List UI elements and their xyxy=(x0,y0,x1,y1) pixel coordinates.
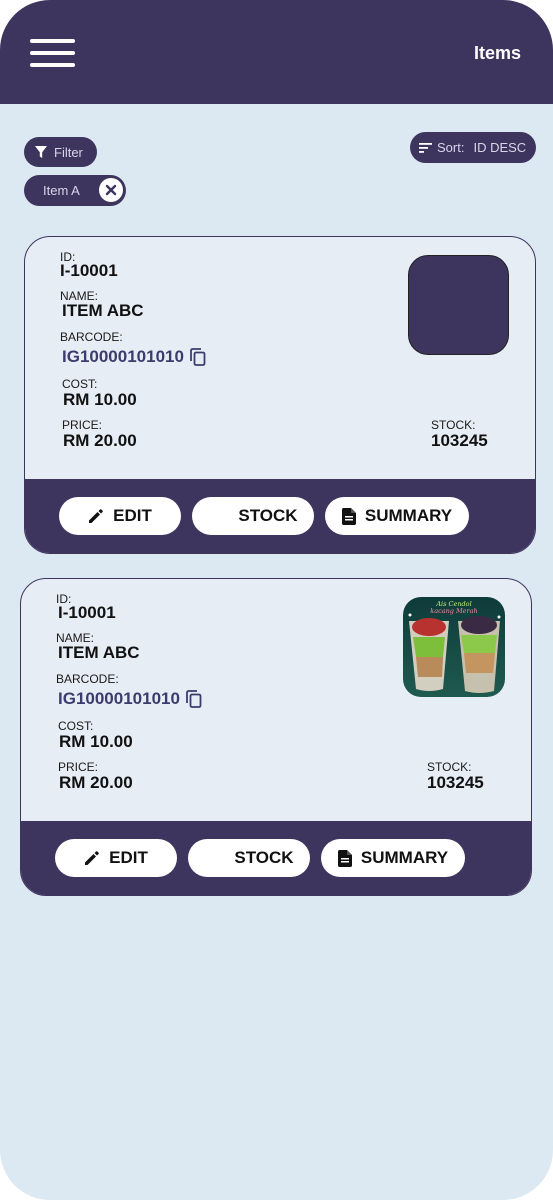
barcode-row: IG10000101010 xyxy=(58,689,202,709)
barcode-label: BARCODE: xyxy=(60,330,123,344)
item-price: RM 20.00 xyxy=(63,431,137,450)
item-cost: RM 10.00 xyxy=(59,732,133,751)
item-id: I-10001 xyxy=(58,603,116,622)
item-name: ITEM ABC xyxy=(62,301,144,320)
stock-button[interactable]: STOCK xyxy=(192,497,314,535)
item-name: ITEM ABC xyxy=(58,643,140,662)
filter-icon xyxy=(35,146,47,158)
active-filter-label: Item A xyxy=(43,183,80,198)
item-card[interactable]: ID: I-10001 NAME: ITEM ABC BARCODE: IG10… xyxy=(24,236,536,554)
item-id: I-10001 xyxy=(60,261,118,280)
edit-button[interactable]: EDIT xyxy=(55,839,177,877)
item-barcode: IG10000101010 xyxy=(58,689,180,708)
summary-label: SUMMARY xyxy=(360,848,449,867)
price-label: PRICE: xyxy=(62,418,103,432)
item-price: RM 20.00 xyxy=(59,773,133,792)
active-filter-chip: Item A xyxy=(24,175,126,206)
pencil-icon xyxy=(89,509,103,523)
sort-value: ID DESC xyxy=(473,140,527,155)
page-title: Items xyxy=(473,43,521,63)
sort-label: Sort: xyxy=(437,140,465,155)
filter-label: Filter xyxy=(54,144,83,160)
stock-label: STOCK: xyxy=(427,760,472,774)
copy-icon[interactable] xyxy=(190,348,206,366)
close-icon xyxy=(105,184,117,196)
cost-label: COST: xyxy=(62,377,98,391)
edit-label: EDIT xyxy=(113,506,152,525)
price-label: PRICE: xyxy=(58,760,99,774)
edit-button[interactable]: EDIT xyxy=(59,497,181,535)
item-image-placeholder xyxy=(408,255,509,355)
menu-icon[interactable] xyxy=(30,38,75,70)
card-actions: EDIT STOCK SUMMARY xyxy=(25,479,535,553)
cost-label: COST: xyxy=(58,719,94,733)
item-cost: RM 10.00 xyxy=(63,390,137,409)
item-card[interactable]: ID: I-10001 NAME: ITEM ABC BARCODE: IG10… xyxy=(20,578,532,896)
edit-label: EDIT xyxy=(109,848,148,867)
document-icon xyxy=(341,507,356,525)
item-stock: 103245 xyxy=(431,431,488,450)
sort-button[interactable]: Sort: ID DESC xyxy=(410,132,536,163)
copy-icon[interactable] xyxy=(186,690,202,708)
stock-button-label: STOCK xyxy=(234,848,294,867)
summary-label: SUMMARY xyxy=(364,506,453,525)
filter-button[interactable]: Filter xyxy=(24,137,97,167)
pencil-icon xyxy=(85,851,99,865)
card-actions: EDIT STOCK SUMMARY xyxy=(21,821,531,895)
document-icon xyxy=(337,849,352,867)
stock-button-label: STOCK xyxy=(238,506,298,525)
item-stock: 103245 xyxy=(427,773,484,792)
barcode-row: IG10000101010 xyxy=(62,347,206,367)
item-image: Ais Cendol kacang Merah xyxy=(403,597,505,697)
remove-filter-button[interactable] xyxy=(99,178,123,202)
barcode-label: BARCODE: xyxy=(56,672,119,686)
summary-button[interactable]: SUMMARY xyxy=(321,839,465,877)
stock-label: STOCK: xyxy=(431,418,476,432)
stock-button[interactable]: STOCK xyxy=(188,839,310,877)
photo-caption-2: kacang Merah xyxy=(430,607,477,615)
item-barcode: IG10000101010 xyxy=(62,347,184,366)
app-bar: Items xyxy=(0,0,553,104)
summary-button[interactable]: SUMMARY xyxy=(325,497,469,535)
phone-screen: Items Filter Sort: ID DESC Item A ID: I-… xyxy=(0,0,553,1200)
sort-icon xyxy=(419,142,432,153)
